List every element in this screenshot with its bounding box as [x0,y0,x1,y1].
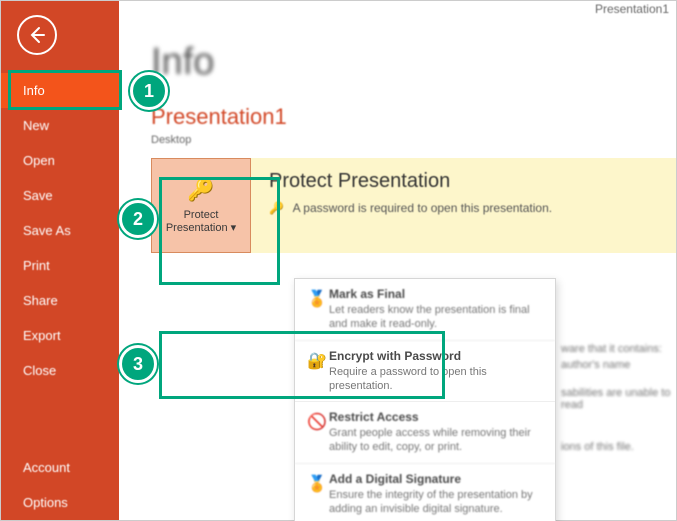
dd-title: Restrict Access [329,410,545,424]
bg-text-line4: ions of this file. [561,441,634,453]
protect-presentation-button[interactable]: 🔑 Protect Presentation ▾ [151,158,251,253]
sidebar-item-save-as[interactable]: Save As [1,213,119,248]
sidebar-item-share[interactable]: Share [1,283,119,318]
ribbon-icon: 🏅 [305,289,329,332]
backstage-sidebar: Info New Open Save Save As Print Share E… [1,1,119,520]
protect-heading: Protect Presentation [269,170,658,193]
menu-item-encrypt-with-password[interactable]: 🔐 Encrypt with Password Require a passwo… [295,341,555,403]
menu-item-add-digital-signature[interactable]: 🏅 Add a Digital Signature Ensure the int… [295,464,555,521]
dd-desc: Ensure the integrity of the presentation… [329,488,545,517]
sidebar-item-info[interactable]: Info [1,73,119,108]
back-arrow-icon [27,25,47,45]
back-button[interactable] [17,15,57,55]
sidebar-item-print[interactable]: Print [1,248,119,283]
sidebar-item-save[interactable]: Save [1,178,119,213]
menu-item-restrict-access[interactable]: 🚫 Restrict Access Grant people access wh… [295,402,555,464]
ribbon-icon: 🏅 [305,474,329,517]
dropdown-caret-icon: ▾ [231,222,237,234]
backstage-main: Info Presentation1 Desktop 🔑 Protect Pre… [119,1,676,520]
bg-text-line2: author's name [561,359,630,371]
sidebar-item-account[interactable]: Account [1,450,119,485]
protect-info-panel: Protect Presentation 🔑 A password is req… [251,158,676,253]
step-badge-1: 1 [130,72,168,110]
dd-desc: Grant people access while removing their… [329,426,545,455]
shield-key-icon: 🔑 [187,177,214,203]
page-title: Info [151,41,676,84]
document-path: Desktop [151,134,676,146]
key-icon: 🔑 [269,201,284,215]
no-entry-icon: 🚫 [305,412,329,455]
bg-text-line3: sabilities are unable to read [561,387,676,411]
menu-item-mark-as-final[interactable]: 🏅 Mark as Final Let readers know the pre… [295,279,555,341]
sidebar-item-close[interactable]: Close [1,353,119,388]
document-title: Presentation1 [151,104,676,130]
dd-title: Mark as Final [329,287,545,301]
lock-key-icon: 🔐 [305,351,329,394]
protect-btn-label-2: Presentation [166,222,228,234]
sidebar-item-open[interactable]: Open [1,143,119,178]
protect-btn-label-1: Protect [184,209,219,221]
step-badge-2: 2 [119,200,157,238]
dd-desc: Let readers know the presentation is fin… [329,303,545,332]
protect-desc: A password is required to open this pres… [293,201,553,215]
dd-title: Add a Digital Signature [329,472,545,486]
sidebar-item-export[interactable]: Export [1,318,119,353]
sidebar-item-new[interactable]: New [1,108,119,143]
bg-text-line1: ware that it contains: [561,343,662,355]
step-badge-3: 3 [119,345,157,383]
protect-dropdown-menu: 🏅 Mark as Final Let readers know the pre… [294,278,556,521]
dd-title: Encrypt with Password [329,349,545,363]
dd-desc: Require a password to open this presenta… [329,365,545,394]
sidebar-item-options[interactable]: Options [1,485,119,520]
